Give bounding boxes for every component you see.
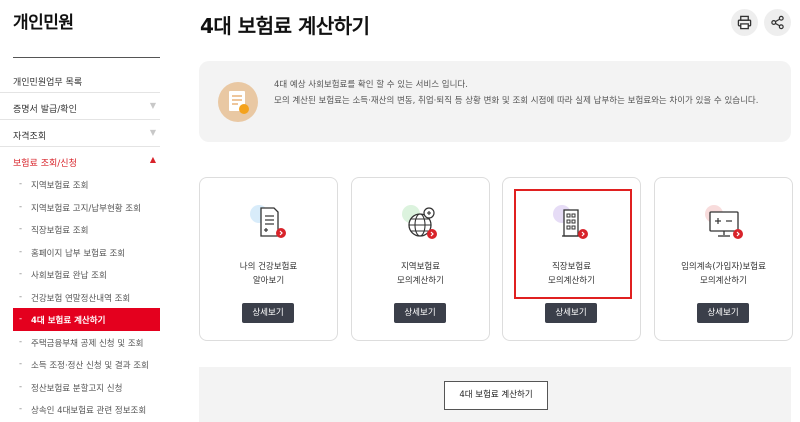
dash-bullet: - bbox=[19, 291, 23, 302]
card-voluntary-premium[interactable]: 임의계속(가입자)보험료 모의계산하기 상세보기 bbox=[654, 177, 793, 341]
dash-bullet: - bbox=[19, 336, 23, 347]
card-regional-premium[interactable]: 지역보험료 모의계산하기 상세보기 bbox=[351, 177, 490, 341]
submenu-label: 홈페이지 납부 보험료 조회 bbox=[31, 248, 126, 259]
chevron-down-icon: ▼ bbox=[149, 101, 156, 110]
card-title-line-2: 알아보기 bbox=[252, 276, 285, 286]
submenu-item[interactable]: - 상속인 4대보험료 관련 정보조회 bbox=[0, 398, 160, 421]
submenu-item[interactable]: - 소득 조정·정산 신청 및 결과 조회 bbox=[0, 353, 160, 376]
card-health-premium[interactable]: 나의 건강보험료 알아보기 상세보기 bbox=[199, 177, 338, 341]
dash-bullet: - bbox=[19, 404, 23, 414]
chevron-up-icon: ▲ bbox=[149, 155, 156, 164]
sidebar-divider bbox=[13, 57, 160, 58]
submenu-label: 4대 보험료 계산하기 bbox=[31, 316, 106, 326]
submenu-item[interactable]: - 홈페이지 납부 보험료 조회 bbox=[0, 241, 160, 264]
info-text: 4대 예상 사회보험료를 확인 할 수 있는 서비스 입니다. 모의 계산된 보… bbox=[274, 78, 779, 109]
printer-icon bbox=[737, 15, 752, 30]
submenu-label: 건강보험 연말정산내역 조회 bbox=[31, 293, 131, 304]
bottom-action-area: 4대 보험료 계산하기 bbox=[199, 367, 791, 422]
sidebar-item-label: 개인민원업무 목록 bbox=[13, 78, 83, 88]
dash-bullet: - bbox=[19, 201, 23, 212]
submenu-label: 사회보험료 완납 조회 bbox=[31, 271, 107, 281]
sidebar-item-label: 자격조회 bbox=[13, 132, 47, 142]
submenu-label: 지역보험료 조회 bbox=[31, 181, 89, 191]
sidebar-item-label: 증명서 발급/확인 bbox=[13, 105, 77, 115]
building-icon bbox=[550, 202, 594, 242]
detail-button[interactable]: 상세보기 bbox=[394, 303, 446, 323]
dash-bullet: - bbox=[19, 359, 23, 369]
submenu-item[interactable]: - 사회보험료 완납 조회 bbox=[0, 263, 160, 286]
share-icon bbox=[771, 15, 784, 30]
chevron-down-icon: ▼ bbox=[149, 128, 156, 137]
sidebar-item-civil-list[interactable]: 개인민원업무 목록 bbox=[0, 66, 160, 93]
dash-bullet: - bbox=[19, 179, 23, 189]
dash-bullet: - bbox=[19, 224, 23, 234]
card-workplace-premium[interactable]: 직장보험료 모의계산하기 상세보기 bbox=[502, 177, 641, 341]
dash-bullet: - bbox=[19, 381, 23, 392]
sidebar-item-label: 보험료 조회/신청 bbox=[13, 159, 77, 169]
dash-bullet: - bbox=[19, 269, 23, 279]
sidebar: 개인민원 개인민원업무 목록 증명서 발급/확인 ▼ 자격조회 ▼ 보험료 조회… bbox=[0, 0, 160, 422]
info-line-1: 4대 예상 사회보험료를 확인 할 수 있는 서비스 입니다. bbox=[274, 80, 468, 90]
card-title-line-2: 모의계산하기 bbox=[397, 276, 444, 286]
sidebar-menu: 개인민원업무 목록 증명서 발급/확인 ▼ 자격조회 ▼ 보험료 조회/신청 ▲… bbox=[0, 66, 160, 421]
card-title-line-1: 임의계속(가입자)보험료 bbox=[681, 262, 766, 272]
calculate-premium-button[interactable]: 4대 보험료 계산하기 bbox=[444, 381, 548, 410]
submenu-item[interactable]: - 지역보험료 고지/납부현황 조회 bbox=[0, 196, 160, 219]
submenu-label: 직장보험료 조회 bbox=[31, 226, 89, 236]
info-box: 4대 예상 사회보험료를 확인 할 수 있는 서비스 입니다. 모의 계산된 보… bbox=[199, 61, 791, 142]
card-title-line-2: 모의계산하기 bbox=[700, 276, 747, 286]
document-icon bbox=[247, 202, 291, 242]
submenu-item[interactable]: - 직장보험료 조회 bbox=[0, 218, 160, 241]
submenu-item[interactable]: - 지역보험료 조회 bbox=[0, 173, 160, 196]
card-title-line-1: 지역보험료 bbox=[400, 262, 441, 272]
detail-button[interactable]: 상세보기 bbox=[545, 303, 597, 323]
sidebar-item-premium[interactable]: 보험료 조회/신청 ▲ bbox=[0, 147, 160, 173]
submenu-label: 상속인 4대보험료 관련 정보조회 bbox=[31, 406, 147, 416]
card-title-line-2: 모의계산하기 bbox=[548, 276, 595, 286]
detail-button[interactable]: 상세보기 bbox=[242, 303, 294, 323]
submenu-label: 지역보험료 고지/납부현황 조회 bbox=[31, 203, 141, 214]
submenu-item[interactable]: - 주택금융부채 공제 신청 및 조회 bbox=[0, 331, 160, 354]
calculator-monitor-icon bbox=[702, 202, 746, 242]
globe-icon bbox=[399, 202, 443, 242]
info-line-2: 모의 계산된 보험료는 소득·재산의 변동, 취업·퇴직 등 상황 변화 및 조… bbox=[274, 95, 759, 106]
submenu-label: 주택금융부채 공제 신청 및 조회 bbox=[31, 338, 144, 349]
sidebar-title: 개인민원 bbox=[13, 13, 74, 33]
submenu-item-active[interactable]: -4대 보험료 계산하기 bbox=[13, 308, 160, 331]
info-document-icon bbox=[218, 82, 258, 122]
sidebar-item-certificate[interactable]: 증명서 발급/확인 ▼ bbox=[0, 93, 160, 120]
submenu-label: 소득 조정·정산 신청 및 결과 조회 bbox=[31, 361, 149, 371]
dash-bullet: - bbox=[19, 314, 23, 324]
share-button[interactable] bbox=[764, 9, 791, 36]
sidebar-item-eligibility[interactable]: 자격조회 ▼ bbox=[0, 120, 160, 147]
card-title-line-1: 직장보험료 bbox=[551, 262, 592, 272]
submenu-label: 정산보험료 분할고지 신청 bbox=[31, 383, 123, 394]
card-title: 임의계속(가입자)보험료 모의계산하기 bbox=[655, 260, 792, 288]
card-title: 나의 건강보험료 알아보기 bbox=[200, 260, 337, 288]
card-title: 지역보험료 모의계산하기 bbox=[352, 260, 489, 288]
card-title: 직장보험료 모의계산하기 bbox=[503, 260, 640, 288]
print-button[interactable] bbox=[731, 9, 758, 36]
dash-bullet: - bbox=[19, 246, 23, 257]
card-title-line-1: 나의 건강보험료 bbox=[239, 262, 298, 272]
page-title: 4대 보험료 계산하기 bbox=[200, 14, 370, 38]
submenu-item[interactable]: - 건강보험 연말정산내역 조회 bbox=[0, 286, 160, 309]
submenu-item[interactable]: - 정산보험료 분할고지 신청 bbox=[0, 376, 160, 399]
detail-button[interactable]: 상세보기 bbox=[697, 303, 749, 323]
